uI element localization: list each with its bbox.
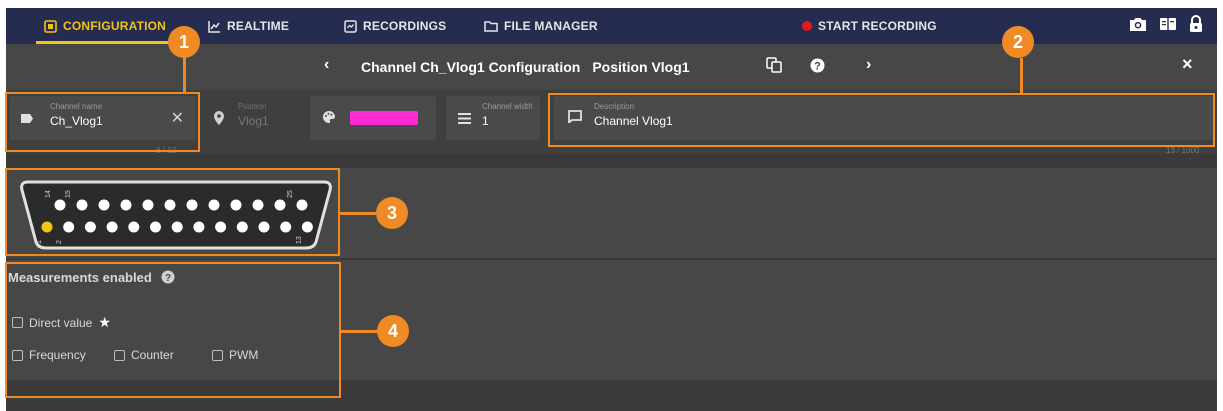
- config-title: Channel Ch_Vlog1 Configuration: [361, 59, 581, 75]
- tab-label: REALTIME: [227, 19, 290, 33]
- recordings-icon: [344, 19, 357, 33]
- tab-recordings[interactable]: RECORDINGS: [344, 8, 446, 44]
- tab-file-manager[interactable]: FILE MANAGER: [484, 8, 598, 44]
- callout-badge-1: 1: [168, 26, 200, 58]
- channel-width-field[interactable]: Channel width 1: [446, 96, 540, 140]
- folder-icon: [484, 20, 498, 32]
- tab-label: FILE MANAGER: [504, 19, 598, 33]
- callout-frame-3: [5, 168, 340, 256]
- location-pin-icon: [214, 111, 224, 130]
- help-icon[interactable]: ?: [810, 58, 825, 78]
- description-counter: 13 / 1000: [1166, 146, 1200, 155]
- lock-icon[interactable]: [1189, 14, 1203, 38]
- close-icon[interactable]: ×: [1182, 54, 1193, 75]
- channel-width-label: Channel width: [482, 102, 533, 111]
- lines-icon: [458, 111, 471, 129]
- config-icon: [44, 19, 57, 33]
- callout-badge-3: 3: [376, 197, 408, 229]
- channel-width-value[interactable]: 1: [482, 114, 489, 128]
- tab-realtime[interactable]: REALTIME: [208, 8, 289, 44]
- page-title: Channel Ch_Vlog1 Configuration Position V…: [361, 59, 690, 75]
- svg-text:?: ?: [814, 61, 821, 73]
- camera-icon[interactable]: [1129, 16, 1147, 37]
- callout-leader-1: [183, 54, 186, 94]
- book-icon[interactable]: [1159, 16, 1177, 37]
- tab-label: CONFIGURATION: [63, 19, 167, 33]
- callout-leader-3: [340, 212, 376, 215]
- start-recording-label: START RECORDING: [818, 19, 937, 33]
- realtime-icon: [208, 20, 221, 33]
- chevron-left-icon[interactable]: ‹: [324, 56, 329, 74]
- callout-frame-1: [5, 92, 200, 152]
- callout-frame-4: [5, 262, 341, 398]
- copy-icon[interactable]: [766, 57, 782, 78]
- callout-leader-4: [341, 330, 377, 333]
- start-recording-button[interactable]: START RECORDING: [802, 8, 937, 44]
- position-field: Position Vlog1: [202, 96, 302, 140]
- tab-label: RECORDINGS: [363, 19, 447, 33]
- nav-right-icons: [1129, 8, 1203, 44]
- callout-leader-2: [1020, 58, 1023, 94]
- position-value: Vlog1: [238, 114, 269, 128]
- color-field[interactable]: [310, 96, 436, 140]
- callout-badge-2: 2: [1002, 26, 1034, 58]
- color-swatch[interactable]: [350, 111, 418, 125]
- position-label: Position: [238, 102, 267, 111]
- tab-configuration[interactable]: CONFIGURATION: [35, 8, 175, 44]
- position-title: Position Vlog1: [592, 59, 690, 75]
- chevron-right-icon[interactable]: ›: [866, 56, 871, 74]
- callout-frame-2: [548, 93, 1215, 147]
- palette-icon: [322, 110, 336, 129]
- record-icon: [802, 21, 812, 31]
- callout-badge-4: 4: [377, 315, 409, 347]
